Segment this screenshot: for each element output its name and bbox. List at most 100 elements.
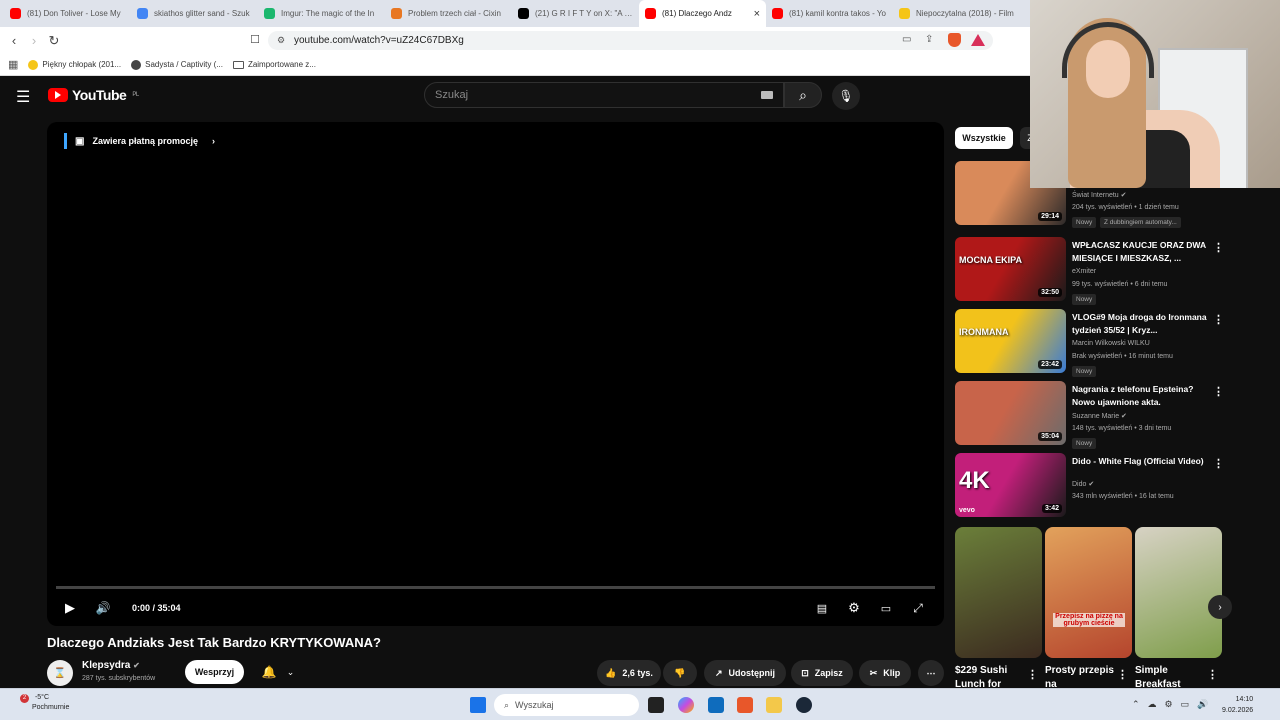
subtitles-icon[interactable]: ▤ (814, 596, 830, 620)
video-player[interactable]: ▣ Zawiera płatną promocję › ▶ 🔊 0:00 / 3… (47, 122, 944, 626)
recommendation-title[interactable]: Dido - White Flag (Official Video) (1072, 455, 1208, 468)
steam-icon[interactable] (796, 697, 812, 713)
more-vert-icon[interactable]: ⋮ (1213, 457, 1224, 470)
volume-icon[interactable]: 🔊 (95, 596, 111, 620)
recommendation-title[interactable]: Nagrania z telefonu Epsteina? Nowo ujawn… (1072, 383, 1208, 409)
notification-button[interactable]: 🔔 ⌄ (253, 660, 303, 684)
task-view-icon[interactable] (648, 697, 664, 713)
voice-search-button[interactable]: 🎙 (832, 82, 860, 110)
search-input[interactable]: Szukaj (424, 82, 784, 108)
more-actions-button[interactable]: ⋯ (918, 660, 944, 686)
weather-widget[interactable]: 2 -5°C Pochmurnie (10, 693, 69, 713)
bookmark-icon[interactable]: ☐ (245, 33, 265, 46)
site-info-icon[interactable]: ⚙ (277, 35, 285, 46)
system-tray-icons[interactable]: ⌃☁⚙▭🔊 (1132, 699, 1216, 710)
dislike-button[interactable]: 👎 (663, 660, 697, 686)
brave-shield-icon[interactable] (948, 33, 961, 47)
recommendation-item[interactable]: 35:04 Nagrania z telefonu Epsteina? Nowo … (955, 381, 1225, 449)
short-thumbnail[interactable]: Przepisz na pizzę na grubym cieście (1045, 527, 1132, 658)
apps-icon[interactable]: ▦ (8, 58, 18, 71)
thumbs-down-icon: 👎 (674, 667, 686, 678)
save-icon: ⊡ (801, 667, 809, 678)
bookmark-folder[interactable]: Zaimportowane z... (232, 60, 316, 69)
bookmark-label: Zaimportowane z... (247, 60, 316, 69)
recommendation-title[interactable]: VLOG#9 Moja droga do Ironmana tydzień 35… (1072, 311, 1208, 337)
settings-icon[interactable]: ⚙ (846, 596, 862, 620)
browser-tab[interactable]: (21) G R I F T Y on X: "A wo (512, 0, 639, 27)
taskbar-search[interactable]: ⌕ Wyszukaj (494, 694, 639, 716)
recommendation-item[interactable]: 4K vevo 3:42 Dido - White Flag (Official Vi… (955, 453, 1225, 517)
windows-start-icon[interactable] (470, 697, 486, 713)
channel-name[interactable]: Klepsydra ✔ (82, 660, 140, 671)
recommendation-channel[interactable]: eXmiter (1072, 268, 1096, 275)
miniplayer-icon[interactable]: ▭ (878, 596, 894, 620)
store-icon[interactable] (708, 697, 724, 713)
chip-all[interactable]: Wszystkie (955, 127, 1013, 149)
shorts-next-button[interactable]: › (1208, 595, 1232, 619)
support-button[interactable]: Wesprzyj (185, 660, 244, 684)
recommendation-channel[interactable]: Suzanne Marie ✔ (1072, 412, 1127, 420)
brave-rewards-icon[interactable] (971, 34, 985, 46)
more-vert-icon[interactable]: ⋮ (1213, 385, 1224, 398)
fullscreen-icon[interactable]: ⤢ (910, 596, 926, 620)
channel-name-text: Marcin Wilkowski WILKU (1072, 340, 1150, 347)
share-button[interactable]: ↗ Udostępnij (704, 660, 786, 686)
search-button[interactable]: ⌕ (784, 82, 822, 108)
more-vert-icon[interactable]: ⋮ (1213, 313, 1224, 326)
brave-icon[interactable] (737, 697, 753, 713)
promotion-icon: ▣ (75, 135, 85, 147)
recommendation-item[interactable]: MOCNA EKIPA 32:50 WPŁACASZ KAUCJE ORAZ DWA… (955, 237, 1225, 305)
recommendation-channel[interactable]: Dido ✔ (1072, 480, 1094, 488)
channel-name-text: Świat Internetu (1072, 192, 1119, 199)
browser-tab[interactable]: (81) kamil kontra takos - Yo (766, 0, 893, 27)
video-thumbnail[interactable]: MOCNA EKIPA 32:50 (955, 237, 1066, 301)
video-duration: 29:14 (1038, 212, 1062, 221)
chevron-right-icon: › (211, 136, 215, 146)
recommendation-channel[interactable]: Świat Internetu ✔ (1072, 191, 1127, 199)
short-thumbnail[interactable] (955, 527, 1042, 658)
recommendation-meta: 343 mln wyświetleń • 16 lat temu (1072, 493, 1174, 500)
clock[interactable]: 14:10 9.02.2026 (1222, 694, 1253, 716)
recommendation-item[interactable]: IRONMANA 23:42 VLOG#9 Moja droga do Ironma… (955, 309, 1225, 377)
cast-icon[interactable]: ▭ (902, 34, 911, 45)
url-field[interactable]: ⚙ youtube.com/watch?v=uZ24C67DBXg (268, 31, 993, 50)
play-icon[interactable]: ▶ (63, 596, 77, 620)
more-vert-icon[interactable]: ⋮ (1117, 668, 1128, 681)
close-icon[interactable]: × (754, 8, 760, 20)
browser-tab[interactable]: skiathos glitter sand - Szuk (131, 0, 258, 27)
keyboard-icon[interactable] (761, 91, 773, 99)
player-controls: ▶ 🔊 0:00 / 35:04 ▤ ⚙ ▭ ⤢ (47, 596, 944, 620)
save-button[interactable]: ⊡ Zapisz (791, 660, 853, 686)
reload-icon[interactable]: ↻ (44, 33, 64, 49)
forward-icon[interactable]: › (24, 33, 44, 48)
browser-tab[interactable]: Problem trzech ciał - Cixin (385, 0, 512, 27)
recommendation-title[interactable]: WPŁACASZ KAUCJE ORAZ DWA MIESIĄCE I MIES… (1072, 239, 1208, 265)
bookmark-item[interactable]: Piękny chłopak (201... (28, 59, 121, 70)
back-icon[interactable]: ‹ (4, 33, 24, 48)
browser-tab[interactable]: (81) Dlaczego Andz × (639, 0, 766, 27)
browser-tab[interactable]: Imgur: The magic of the In (258, 0, 385, 27)
youtube-logo[interactable]: YouTube PL (48, 87, 139, 103)
paid-promotion-notice[interactable]: ▣ Zawiera płatną promocję › (64, 133, 215, 149)
more-vert-icon[interactable]: ⋮ (1207, 668, 1218, 681)
clip-button[interactable]: ✂ Klip (859, 660, 911, 686)
channel-avatar[interactable]: ⌛ (47, 660, 73, 686)
progress-bar[interactable] (56, 586, 935, 589)
copilot-icon[interactable] (678, 697, 694, 713)
more-vert-icon[interactable]: ⋮ (1213, 241, 1224, 254)
promo-text: Zawiera płatną promocję (92, 136, 198, 146)
share-icon[interactable]: ⇪ (925, 34, 933, 45)
hamburger-menu-icon[interactable]: ☰ (16, 87, 30, 107)
more-vert-icon[interactable]: ⋮ (1027, 668, 1038, 681)
video-thumbnail[interactable]: 35:04 (955, 381, 1066, 445)
browser-tab[interactable]: Niepoczytalna (2018) - Film (893, 0, 1020, 27)
recommendation-channel[interactable]: Marcin Wilkowski WILKU (1072, 340, 1150, 347)
video-thumbnail[interactable]: 4K vevo 3:42 (955, 453, 1066, 517)
browser-tab[interactable]: (81) Don Toliver - Lose My (4, 0, 131, 27)
like-button[interactable]: 👍 2,6 tys. (597, 660, 661, 686)
bookmark-item[interactable]: Sadysta / Captivity (... (131, 59, 223, 70)
file-explorer-icon[interactable] (766, 697, 782, 713)
video-thumbnail[interactable]: IRONMANA 23:42 (955, 309, 1066, 373)
short-thumbnail[interactable] (1135, 527, 1222, 658)
chevron-right-icon: › (1218, 601, 1222, 613)
